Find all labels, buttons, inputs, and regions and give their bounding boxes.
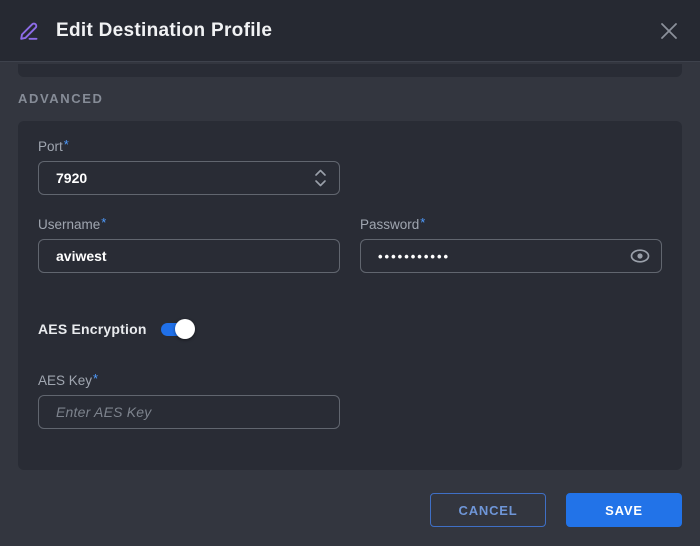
password-field-group: Password*: [360, 215, 662, 273]
password-input[interactable]: [360, 239, 662, 273]
cancel-button[interactable]: CANCEL: [430, 493, 546, 527]
advanced-section-label: ADVANCED: [18, 91, 700, 108]
toggle-knob: [175, 319, 195, 339]
username-label: Username*: [38, 215, 340, 232]
modal-title: Edit Destination Profile: [56, 20, 656, 42]
username-field-group: Username*: [38, 215, 340, 273]
aes-encryption-toggle[interactable]: [161, 323, 192, 336]
show-password-eye-icon[interactable]: [629, 246, 651, 266]
edit-destination-profile-modal: Edit Destination Profile ADVANCED Port*: [0, 0, 700, 546]
required-asterisk: *: [420, 215, 425, 230]
required-asterisk: *: [64, 137, 69, 152]
port-label: Port*: [38, 137, 662, 154]
modal-header: Edit Destination Profile: [0, 0, 700, 62]
save-button[interactable]: SAVE: [566, 493, 682, 527]
aes-key-input[interactable]: [38, 395, 340, 429]
previous-card-sliver: [18, 64, 682, 77]
port-input[interactable]: [38, 161, 340, 195]
port-field-group: Port*: [38, 137, 662, 195]
aes-encryption-row: AES Encryption: [38, 319, 662, 339]
required-asterisk: *: [93, 371, 98, 386]
pencil-edit-icon: [16, 18, 42, 44]
aes-key-field-group: AES Key*: [38, 371, 662, 429]
required-asterisk: *: [101, 215, 106, 230]
modal-footer: CANCEL SAVE: [0, 493, 700, 527]
chevron-up-icon: [314, 169, 327, 177]
username-input[interactable]: [38, 239, 340, 273]
aes-key-label: AES Key*: [38, 371, 662, 388]
chevron-down-icon: [314, 179, 327, 187]
password-label: Password*: [360, 215, 662, 232]
advanced-panel: Port* Username*: [18, 121, 682, 470]
port-stepper[interactable]: [314, 161, 327, 195]
close-icon[interactable]: [656, 18, 682, 44]
aes-encryption-label: AES Encryption: [38, 321, 147, 337]
